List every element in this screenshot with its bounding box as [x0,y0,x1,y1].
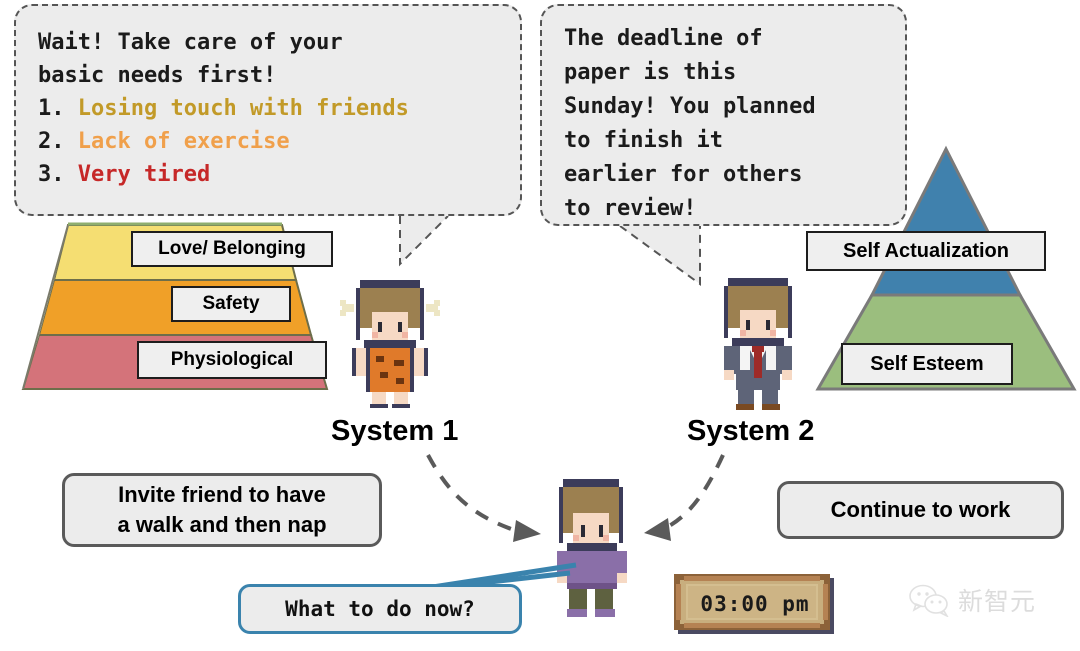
bubble1-list-item: 2. Lack of exercise [38,125,504,158]
caption-system-1: System 1 [331,415,459,447]
speech-bubble-system2: The deadline of paper is this Sunday! Yo… [540,4,907,226]
purple-sweater [567,551,617,587]
bubble2-line2: paper is this [564,60,737,85]
list-number: 2. [38,129,65,154]
bubble1-list-item: 1. Losing touch with friends [38,92,504,125]
caption-system-2: System 2 [687,415,815,447]
bubble2-line4: to finish it [564,128,723,153]
wechat-icon [909,584,949,617]
eye-right-icon [398,322,402,332]
bubble-tail-system1 [399,215,449,267]
bubble2-line3: Sunday! You planned [564,94,816,119]
speech-bubble-system1: Wait! Take care of your basic needs firs… [14,4,522,216]
eye-right-icon [766,320,770,330]
bubble2-line1: The deadline of [564,26,763,51]
tier-label-physiological: Physiological [137,341,327,379]
eye-right-icon [599,525,603,537]
diagram-canvas: Love/ Belonging Safety Physiological Sel… [0,0,1080,651]
callout-what-to-do-now: What to do now? [238,584,522,634]
shoe-right [762,404,780,410]
necktie [754,350,762,378]
bubble2-line5: earlier for others [564,162,803,187]
eye-left-icon [378,322,382,332]
list-text: Lack of exercise [77,129,290,154]
arrow-system2-to-center [644,454,725,541]
tier-label-safety: Safety [171,286,291,322]
pixel-clock: 03:00 pm [672,572,838,636]
eye-left-icon [581,525,585,537]
action-box-invite-friend: Invite friend to have a walk and then na… [62,473,382,547]
tier-label-self-esteem: Self Esteem [841,343,1013,385]
action-box-continue-work: Continue to work [777,481,1064,539]
clock-time-display: 03:00 pm [700,592,810,616]
list-text: Losing touch with friends [77,96,409,121]
arrow-system1-to-center [426,454,541,542]
leopard-tunic [370,348,410,392]
list-text: Very tired [77,162,211,187]
pants-right [595,589,613,609]
watermark: 新智元 [908,578,1068,622]
watermark-text: 新智元 [958,587,1037,616]
list-number: 3. [38,162,65,187]
bubble1-heading-line1: Wait! Take care of your [38,30,343,55]
bubble2-line6: to review! [564,196,697,221]
bubble-tail-system2 [619,225,701,286]
list-number: 1. [38,96,65,121]
action-left-line2: a walk and then nap [117,512,327,537]
shoe-left [736,404,754,410]
eye-left-icon [746,320,750,330]
businessman-avatar [724,278,792,410]
decider-avatar [557,479,627,617]
bubble1-heading-line2: basic needs first! [38,63,277,88]
tier-label-self-actualization: Self Actualization [806,231,1046,271]
action-left-line1: Invite friend to have [118,482,326,507]
pants-left [569,589,587,609]
caveman-avatar [340,280,440,408]
bubble1-list-item: 3. Very tired [38,158,504,191]
bubble1-needs-list: 1. Losing touch with friends 2. Lack of … [38,92,504,191]
tier-label-love-belonging: Love/ Belonging [131,231,333,267]
